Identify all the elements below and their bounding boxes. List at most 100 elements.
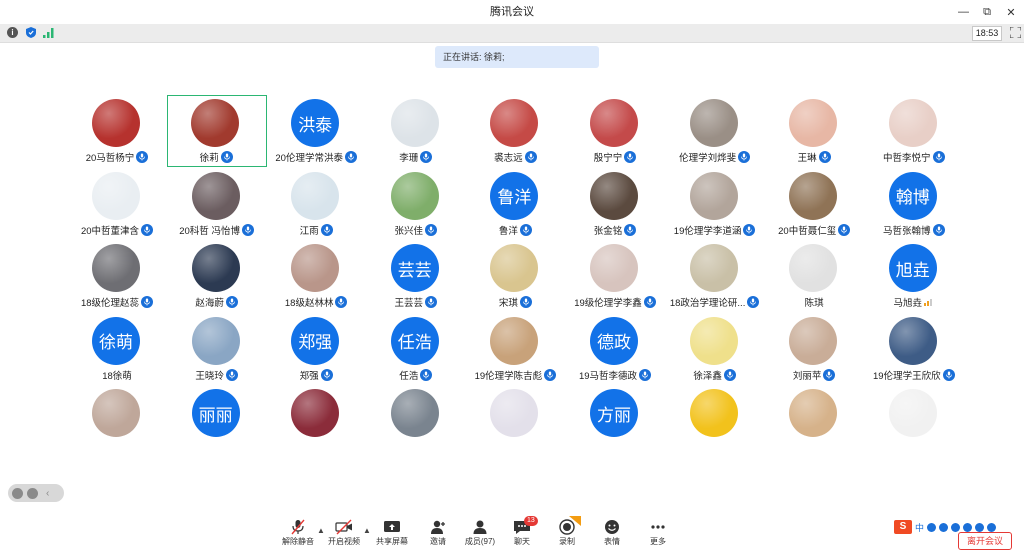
participant-tile[interactable]: 洪泰 20伦理学常洪泰 — [266, 95, 366, 167]
participant-tile[interactable]: 赵海蔚 — [167, 240, 267, 312]
participant-tile[interactable]: 方丽 — [565, 385, 665, 457]
mic-icon — [141, 223, 154, 236]
ime-skin-icon[interactable] — [975, 522, 985, 532]
participant-tile[interactable]: 19级伦理学李鑫 — [565, 240, 665, 312]
participant-tile[interactable] — [864, 385, 964, 457]
participant-tile[interactable]: 翰博 马哲张翰博 — [864, 168, 964, 240]
participant-tile[interactable]: 江雨 — [266, 168, 366, 240]
participant-tile[interactable]: 旭垚 马旭垚 — [864, 240, 964, 312]
participant-tile[interactable]: 19伦理学王欣欣 — [864, 313, 964, 385]
participant-name: 王芸芸 — [394, 298, 424, 309]
ime-mic-icon[interactable] — [951, 522, 961, 532]
avatar — [390, 389, 439, 437]
mute-button[interactable]: 解除静音 — [276, 519, 320, 553]
emoji-button[interactable]: 表情 — [590, 519, 634, 553]
participant-tile[interactable] — [465, 385, 565, 457]
participant-tile[interactable]: 20马哲杨宁 — [67, 95, 167, 167]
participant-name: 张兴佳 — [394, 225, 424, 237]
avatar: 翰博 — [888, 171, 937, 220]
participant-tile[interactable]: 18级赵林林 — [266, 240, 366, 312]
participant-name: 郑强 — [299, 370, 319, 382]
participant-name: 李珊 — [399, 153, 419, 164]
chat-button[interactable]: 13 聊天 — [500, 516, 544, 553]
participant-tile[interactable]: 德政 19马哲李德政 — [565, 313, 665, 385]
ime-tools-icon[interactable] — [987, 522, 997, 532]
participant-name-row: 张兴佳 — [366, 223, 466, 237]
invite-button[interactable]: 邀请 — [416, 519, 460, 553]
ime-emoji-icon[interactable] — [939, 522, 949, 532]
participant-tile[interactable]: 徐萌 18徐萌 — [67, 313, 167, 385]
participant-name-row: 19级伦理学李鑫 — [565, 295, 665, 309]
participant-tile[interactable]: 中哲李悦宁 — [864, 95, 964, 167]
avatar — [390, 99, 439, 147]
emoji-icon — [605, 520, 619, 534]
participant-tile[interactable] — [764, 385, 864, 457]
avatar: 旭垚 — [888, 244, 937, 292]
participant-tile[interactable]: 张兴佳 — [366, 168, 466, 240]
avatar: 洪泰 — [291, 99, 340, 147]
participant-tile[interactable]: 任浩 任浩 — [366, 313, 466, 385]
record-label: 录制 — [559, 537, 575, 546]
participant-tile[interactable] — [266, 385, 366, 457]
participant-tile[interactable]: 19伦理学李道涵 — [665, 168, 765, 240]
participant-tile[interactable]: 徐泽鑫 — [665, 313, 765, 385]
participant-tile[interactable]: 宋琪 — [465, 240, 565, 312]
participant-tile[interactable]: 18政治学理论研... — [665, 240, 765, 312]
participant-tile[interactable]: 刘丽苹 — [764, 313, 864, 385]
participant-tile[interactable]: 李珊 — [366, 95, 466, 167]
participant-tile[interactable]: 鲁洋 鲁洋 — [465, 168, 565, 240]
participant-tile[interactable]: 裘志远 — [465, 95, 565, 167]
share-screen-button[interactable]: 共享屏幕 — [370, 519, 414, 553]
members-button[interactable]: 成员(97) — [458, 519, 502, 553]
leave-meeting-button[interactable]: 离开会议 — [958, 532, 1012, 550]
participant-name: 18政治学理论研... — [669, 298, 746, 309]
participant-tile[interactable]: 芸芸 王芸芸 — [366, 240, 466, 312]
participant-name-row: 王琳 — [764, 150, 864, 164]
participant-tile[interactable]: 郑强 郑强 — [266, 313, 366, 385]
mic-icon — [241, 223, 254, 236]
participant-name: 18级伦理赵蕊 — [80, 298, 140, 309]
avatar — [490, 244, 539, 292]
record-button[interactable]: 录制 — [545, 516, 589, 553]
record-icon — [559, 519, 575, 535]
mic-icon — [425, 223, 438, 236]
participant-tile[interactable] — [67, 385, 167, 457]
participant-name: 裘志远 — [494, 153, 523, 164]
floating-panel-toggle[interactable]: ‹ — [8, 484, 64, 502]
video-button[interactable]: 开启视频 — [322, 519, 366, 553]
mic-icon — [524, 151, 537, 163]
ime-keyboard-icon[interactable] — [963, 522, 973, 532]
participant-tile[interactable] — [366, 385, 466, 457]
mute-label: 解除静音 — [282, 537, 314, 546]
chevron-left-icon[interactable]: ‹ — [46, 488, 49, 499]
participant-tile[interactable]: 徐莉 — [166, 95, 267, 167]
participant-tile[interactable]: 18级伦理赵蕊 — [67, 240, 167, 312]
participant-tile[interactable]: 伦理学刘烨斐 — [665, 95, 765, 167]
mic-off-icon — [291, 519, 305, 535]
participant-tile[interactable]: 王晓玲 — [167, 313, 267, 385]
participant-name: 徐泽鑫 — [693, 370, 722, 382]
participant-name-row: 陈琪 — [764, 295, 864, 309]
participant-name: 20马哲杨宁 — [85, 153, 135, 164]
participant-tile[interactable]: 王琳 — [764, 95, 864, 167]
mic-icon — [519, 223, 532, 236]
participant-tile[interactable]: 丽丽 — [167, 385, 267, 457]
participant-tile[interactable]: 陈琪 — [764, 240, 864, 312]
ime-mode-label[interactable]: 中 — [915, 521, 924, 534]
participant-tile[interactable]: 20中哲聂仁玺 — [764, 168, 864, 240]
participant-tile[interactable]: 20科哲 冯怡博 — [167, 168, 267, 240]
participant-name: 20中哲董津含 — [80, 225, 140, 237]
avatar — [590, 99, 638, 147]
mic-icon — [823, 368, 836, 381]
avatar — [689, 316, 738, 365]
ime-punct-icon[interactable] — [927, 522, 937, 532]
participant-tile[interactable]: 殷宁宁 — [565, 95, 665, 167]
participant-tile[interactable] — [665, 385, 765, 457]
avatar: 方丽 — [590, 389, 638, 437]
participant-tile[interactable]: 19伦理学陈吉彪 — [465, 313, 565, 385]
more-button[interactable]: 更多 — [636, 519, 680, 553]
participant-name: 19级伦理学李鑫 — [574, 298, 642, 309]
participant-tile[interactable]: 张金铭 — [565, 168, 665, 240]
participant-tile[interactable]: 20中哲董津含 — [67, 168, 167, 240]
participant-name-row: 19伦理学陈吉彪 — [465, 368, 565, 382]
